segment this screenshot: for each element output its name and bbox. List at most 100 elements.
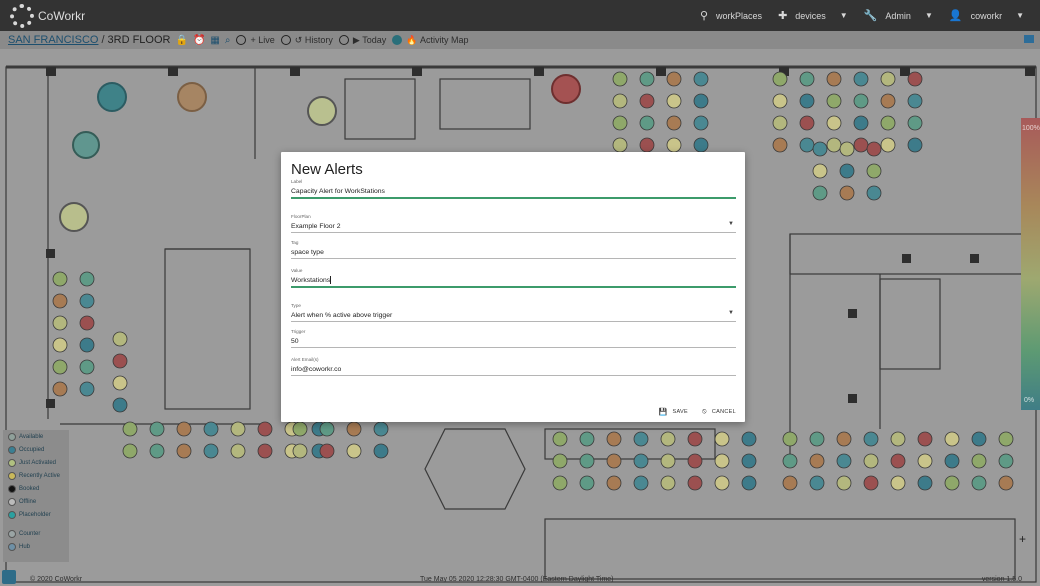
desk-chair[interactable]	[998, 431, 1014, 447]
desk-chair[interactable]	[809, 453, 825, 469]
desk-chair[interactable]	[890, 431, 906, 447]
desk-chair[interactable]	[782, 453, 798, 469]
desk-chair[interactable]	[203, 421, 219, 437]
desk-chair[interactable]	[79, 293, 95, 309]
desk-chair[interactable]	[839, 163, 855, 179]
desk-chair[interactable]	[346, 443, 362, 459]
desk-chair[interactable]	[907, 71, 923, 87]
desk-chair[interactable]	[112, 353, 128, 369]
nav-admin[interactable]: 🔧 Admin ▼	[864, 9, 933, 22]
desk-chair[interactable]	[866, 141, 882, 157]
calendar-icon[interactable]: ▦	[210, 35, 219, 46]
desk-chair[interactable]	[863, 453, 879, 469]
desk-chair[interactable]	[917, 453, 933, 469]
desk-chair[interactable]	[693, 71, 709, 87]
desk-chair[interactable]	[660, 453, 676, 469]
desk-chair[interactable]	[971, 475, 987, 491]
tag-input[interactable]: space type	[291, 247, 736, 258]
desk-chair[interactable]	[687, 431, 703, 447]
desk-chair[interactable]	[230, 443, 246, 459]
label-input[interactable]: Capacity Alert for WorkStations	[291, 186, 736, 197]
desk-chair[interactable]	[257, 443, 273, 459]
desk-chair[interactable]	[257, 421, 273, 437]
desk-chair[interactable]	[230, 421, 246, 437]
desk-chair[interactable]	[880, 93, 896, 109]
desk-chair[interactable]	[639, 93, 655, 109]
desk-chair[interactable]	[880, 71, 896, 87]
desk-chair[interactable]	[693, 137, 709, 153]
desk-chair[interactable]	[612, 71, 628, 87]
type-select[interactable]: Type Alert when % active above trigger ▼	[291, 303, 736, 322]
desk-chair[interactable]	[853, 93, 869, 109]
desk-chair[interactable]	[812, 141, 828, 157]
desk-chair[interactable]	[917, 431, 933, 447]
desk-chair[interactable]	[907, 93, 923, 109]
desk-chair[interactable]	[639, 115, 655, 131]
desk-chair[interactable]	[853, 137, 869, 153]
zoom-in-button[interactable]: +	[1019, 532, 1026, 546]
desk-chair[interactable]	[836, 475, 852, 491]
desk-chair[interactable]	[552, 475, 568, 491]
desk-chair[interactable]	[373, 443, 389, 459]
desk-chair[interactable]	[772, 115, 788, 131]
desk-chair[interactable]	[52, 271, 68, 287]
value-field[interactable]: Value Workstations	[291, 268, 736, 288]
search-icon[interactable]: ⌕	[225, 35, 231, 46]
floorplan-value[interactable]: Example Floor 2	[291, 221, 736, 232]
cancel-button[interactable]: ⦸ CANCEL	[702, 408, 736, 416]
desk-chair[interactable]	[714, 453, 730, 469]
panel-toggle-icon[interactable]	[1024, 35, 1034, 43]
desk-chair[interactable]	[693, 115, 709, 131]
desk-chair[interactable]	[890, 475, 906, 491]
logo[interactable]: CoWorkr	[10, 4, 85, 28]
desk-chair[interactable]	[176, 421, 192, 437]
desk-chair[interactable]	[907, 137, 923, 153]
desk-chair[interactable]	[863, 475, 879, 491]
desk-chair[interactable]	[714, 475, 730, 491]
view-live[interactable]: + Live	[236, 35, 275, 45]
desk-chair[interactable]	[52, 381, 68, 397]
desk-chair[interactable]	[112, 331, 128, 347]
desk-chair[interactable]	[836, 431, 852, 447]
desk-chair[interactable]	[693, 93, 709, 109]
type-value[interactable]: Alert when % active above trigger	[291, 310, 736, 321]
desk-chair[interactable]	[79, 381, 95, 397]
desk-chair[interactable]	[971, 431, 987, 447]
alert-email-input[interactable]: info@coworkr.co	[291, 364, 736, 375]
chevron-down-icon[interactable]: ▼	[728, 221, 734, 227]
desk-chair[interactable]	[122, 421, 138, 437]
desk-chair[interactable]	[203, 443, 219, 459]
desk-chair[interactable]	[944, 475, 960, 491]
desk-chair[interactable]	[687, 475, 703, 491]
desk-chair[interactable]	[319, 443, 335, 459]
chevron-down-icon[interactable]: ▼	[728, 310, 734, 316]
desk-chair[interactable]	[579, 431, 595, 447]
desk-chair[interactable]	[79, 359, 95, 375]
desk-chair[interactable]	[772, 137, 788, 153]
floorplan-select[interactable]: FloorPlan Example Floor 2 ▼	[291, 214, 736, 233]
save-button[interactable]: 💾 SAVE	[659, 408, 689, 416]
desk-chair[interactable]	[346, 421, 362, 437]
lock-icon[interactable]: 🔒	[176, 35, 188, 46]
view-today[interactable]: ▶ Today	[338, 35, 386, 46]
desk-chair[interactable]	[666, 93, 682, 109]
desk-chair[interactable]	[687, 453, 703, 469]
desk-chair[interactable]	[826, 137, 842, 153]
desk-chair[interactable]	[890, 453, 906, 469]
desk-chair[interactable]	[853, 71, 869, 87]
desk-chair[interactable]	[826, 93, 842, 109]
desk-chair[interactable]	[52, 293, 68, 309]
desk-chair[interactable]	[799, 71, 815, 87]
desk-chair[interactable]	[606, 431, 622, 447]
tag-field[interactable]: Tag space type	[291, 240, 736, 259]
desk-chair[interactable]	[112, 375, 128, 391]
breadcrumb-city[interactable]: SAN FRANCISCO	[8, 34, 98, 46]
label-field[interactable]: Label Capacity Alert for WorkStations	[291, 179, 736, 199]
desk-chair[interactable]	[122, 443, 138, 459]
nav-devices[interactable]: ✚ devices ▼	[778, 9, 848, 22]
desk-chair[interactable]	[809, 431, 825, 447]
desk-chair[interactable]	[944, 453, 960, 469]
desk-chair[interactable]	[998, 453, 1014, 469]
desk-chair[interactable]	[149, 421, 165, 437]
desk-chair[interactable]	[799, 115, 815, 131]
